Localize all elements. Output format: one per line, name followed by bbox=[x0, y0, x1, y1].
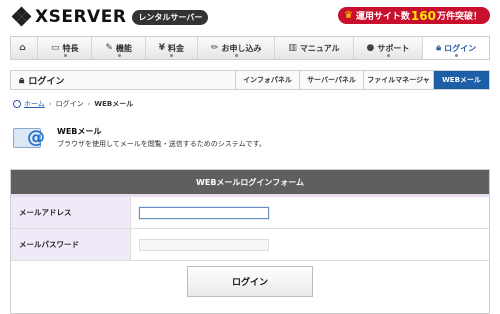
breadcrumb-separator-icon: › bbox=[87, 100, 91, 108]
login-subheader: 🔒︎ ログイン インフォパネル サーバーパネル ファイルマネージャ WEBメール bbox=[10, 70, 490, 90]
monitor-icon: ▭ bbox=[50, 43, 60, 53]
dropdown-dot-icon bbox=[386, 54, 390, 57]
logo-mark-icon bbox=[11, 6, 32, 27]
intro-title: WEBメール bbox=[57, 127, 102, 136]
breadcrumb-current: WEBメール bbox=[94, 100, 134, 108]
pencil-icon: ✏ bbox=[210, 43, 219, 53]
form-heading: WEBメールログインフォーム bbox=[11, 170, 489, 197]
nav-label: お申し込み bbox=[221, 43, 262, 53]
crown-icon: ♛ bbox=[343, 10, 353, 21]
dropdown-dot-icon bbox=[63, 54, 67, 57]
nav-label: ログイン bbox=[444, 43, 477, 53]
dropdown-dot-icon bbox=[235, 54, 239, 57]
nav-item-features[interactable]: ▭ 特長 bbox=[38, 37, 93, 59]
lock-icon: 🔒︎ bbox=[436, 43, 442, 53]
breadcrumb-separator-icon: › bbox=[48, 100, 52, 108]
user-icon: ● bbox=[366, 43, 375, 53]
nav-item-login[interactable]: 🔒︎ ログイン bbox=[423, 37, 490, 59]
promo-suffix: 万件突破！ bbox=[436, 12, 482, 22]
dropdown-dot-icon bbox=[170, 54, 174, 57]
nav-item-pricing[interactable]: ¥ 料金 bbox=[146, 37, 198, 59]
section-title: 🔒︎ ログイン bbox=[11, 74, 235, 87]
yen-icon: ¥ bbox=[158, 43, 166, 53]
nav-item-functions[interactable]: ✎ 機能 bbox=[92, 37, 146, 59]
breadcrumb-home-link[interactable]: ホーム bbox=[24, 99, 45, 109]
dropdown-dot-icon bbox=[117, 54, 121, 57]
email-row: メールアドレス bbox=[11, 197, 489, 229]
login-button[interactable]: ログイン bbox=[187, 266, 313, 297]
home-icon: ⌂ bbox=[19, 43, 26, 53]
nav-item-apply[interactable]: ✏ お申し込み bbox=[198, 37, 276, 59]
password-row: メールパスワード bbox=[11, 229, 489, 261]
breadcrumb: ホーム › ログイン › WEBメール bbox=[13, 99, 133, 109]
wrench-icon: ✎ bbox=[105, 43, 113, 53]
breadcrumb-bullet-icon bbox=[13, 100, 21, 108]
promo-prefix: 運用サイト数 bbox=[355, 12, 410, 22]
nav-label: 特長 bbox=[62, 43, 79, 53]
nav-item-home[interactable]: ⌂ bbox=[11, 37, 38, 59]
book-icon: ▥ bbox=[288, 43, 297, 53]
nav-label: サポート bbox=[377, 43, 410, 53]
tab-server-panel[interactable]: サーバーパネル bbox=[299, 71, 363, 89]
nav-item-support[interactable]: ● サポート bbox=[354, 37, 424, 59]
logo-tagline: レンタルサーバー bbox=[132, 9, 209, 25]
breadcrumb-login[interactable]: ログイン bbox=[56, 99, 84, 109]
intro-description: ブラウザを使用してメールを閲覧・送信するためのシステムです。 bbox=[57, 140, 266, 148]
login-tabs: インフォパネル サーバーパネル ファイルマネージャ WEBメール bbox=[235, 71, 489, 89]
email-field[interactable] bbox=[139, 206, 269, 219]
nav-label: 料金 bbox=[168, 43, 185, 53]
webmail-intro: @ WEBメール ブラウザを使用してメールを閲覧・送信するためのシステムです。 bbox=[13, 123, 266, 151]
nav-label: 機能 bbox=[115, 43, 132, 53]
password-label: メールパスワード bbox=[11, 229, 131, 260]
tab-file-manager[interactable]: ファイルマネージャ bbox=[363, 71, 433, 89]
section-title-text: ログイン bbox=[28, 76, 65, 87]
lock-icon: 🔒︎ bbox=[19, 74, 25, 86]
password-field[interactable] bbox=[139, 238, 269, 251]
webmail-login-form: WEBメールログインフォーム メールアドレス メールパスワード ログイン bbox=[10, 169, 490, 314]
site-header: XSERVER レンタルサーバー ♛ 運用サイト数 160 万件突破！ bbox=[0, 0, 500, 32]
xserver-logo[interactable]: XSERVER レンタルサーバー bbox=[11, 6, 209, 27]
tab-webmail[interactable]: WEBメール bbox=[433, 71, 489, 89]
email-label: メールアドレス bbox=[11, 197, 131, 228]
tab-info-panel[interactable]: インフォパネル bbox=[235, 71, 299, 89]
promo-badge[interactable]: ♛ 運用サイト数 160 万件突破！ bbox=[337, 7, 490, 24]
main-nav: ⌂ ▭ 特長 ✎ 機能 ¥ 料金 ✏ お申し込み ▥ マニュアル ● サポート … bbox=[10, 36, 490, 60]
webmail-at-icon: @ bbox=[13, 123, 47, 151]
nav-label: マニュアル bbox=[299, 43, 340, 53]
promo-number: 160 bbox=[410, 8, 436, 23]
nav-item-manual[interactable]: ▥ マニュアル bbox=[275, 37, 354, 59]
dropdown-dot-icon bbox=[455, 54, 459, 57]
logo-text: XSERVER bbox=[35, 7, 127, 27]
